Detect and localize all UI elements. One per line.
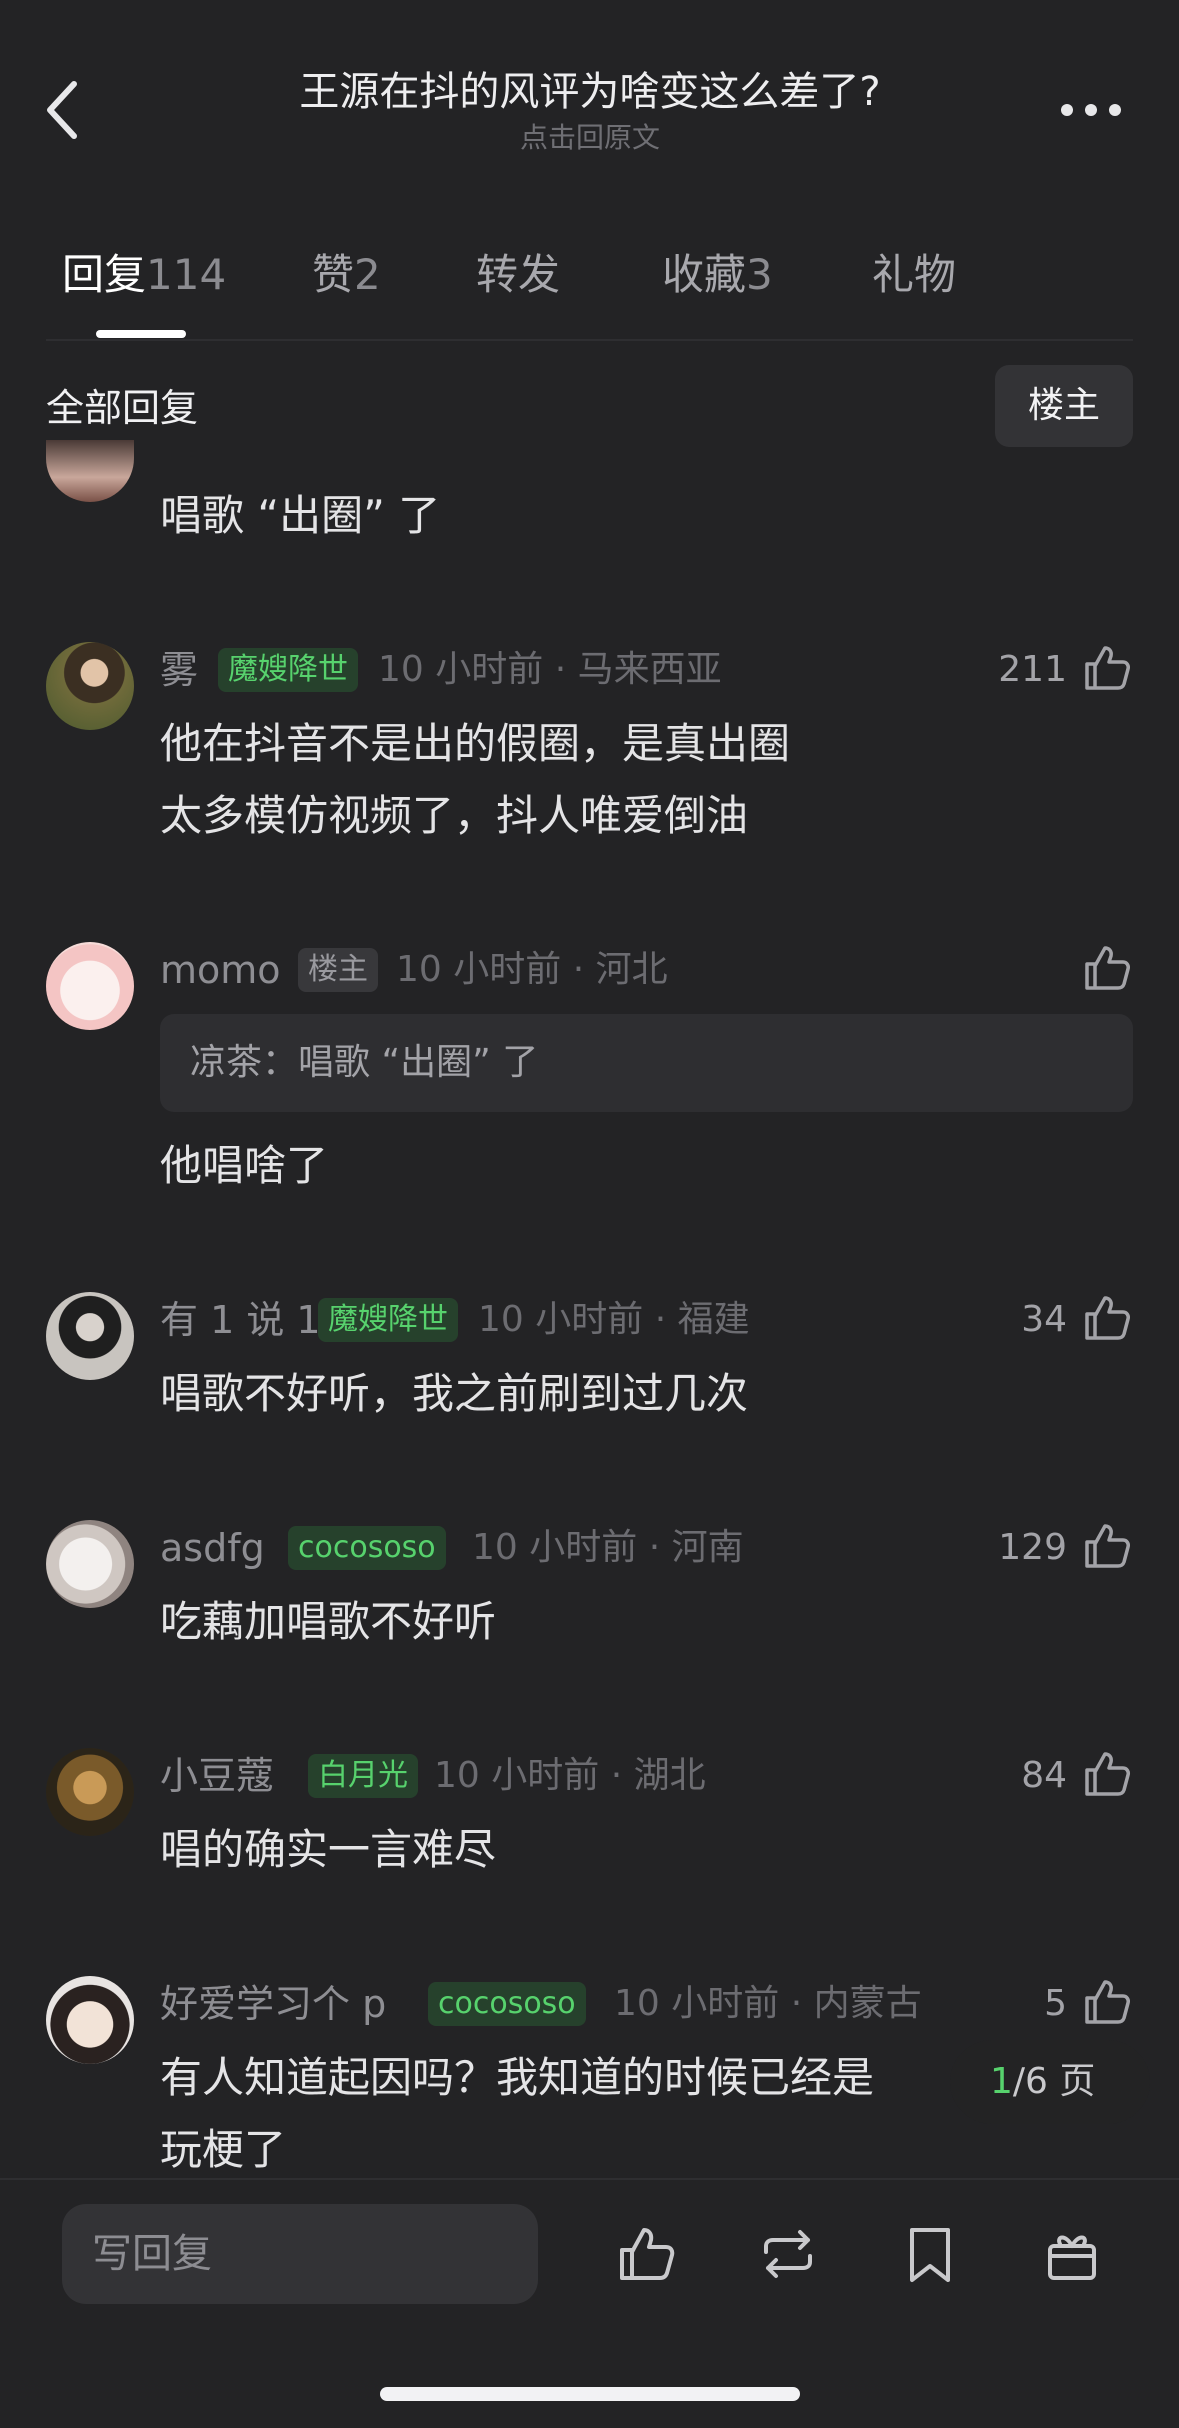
comment-text: 吃藕加唱歌不好听 — [160, 1597, 497, 1646]
tab-favorites[interactable]: 收藏3 — [662, 246, 773, 304]
page-title: 王源在抖的风评为啥变这么差了? — [299, 69, 881, 115]
avatar[interactable] — [46, 642, 134, 730]
comment-meta: 10 小时前 · 湖北 — [434, 1755, 706, 1796]
comment-text: 太多模仿视频了，抖人唯爱倒油 — [160, 791, 749, 840]
tab-bar: 回复114 赞2 转发 收藏3 礼物 — [0, 246, 1179, 316]
tab-label: 转发 — [476, 250, 561, 299]
reply-input[interactable]: 写回复 — [62, 2204, 538, 2304]
like-count: 211 — [998, 649, 1067, 690]
quoted-comment[interactable]: 凉茶：唱歌 “出圈” 了 — [160, 1014, 1133, 1112]
total-pages: /6 页 — [1012, 2061, 1096, 2102]
comment-text: 有人知道起因吗？我知道的时候已经是 — [160, 2053, 875, 2102]
comment-text: 唱的确实一言难尽 — [160, 1825, 497, 1874]
comment-text: 唱歌不好听，我之前刷到过几次 — [160, 1369, 749, 1418]
like-count: 34 — [1021, 1299, 1067, 1340]
username[interactable]: 小豆蔻 — [160, 1751, 274, 1801]
tab-replies[interactable]: 回复114 — [62, 246, 226, 304]
repost-icon[interactable] — [756, 2222, 820, 2286]
active-tab-indicator — [96, 330, 186, 338]
comment-meta: 10 小时前 · 河北 — [396, 949, 668, 990]
tab-likes[interactable]: 赞2 — [312, 246, 381, 304]
home-indicator[interactable] — [380, 2387, 800, 2401]
comment-text: 玩梗了 — [160, 2125, 287, 2174]
thumbs-up-icon[interactable] — [1081, 942, 1133, 994]
fan-badge: 白月光 — [308, 1754, 418, 1798]
avatar[interactable] — [46, 942, 134, 1030]
fan-badge: cocososo — [428, 1982, 586, 2026]
tab-gifts[interactable]: 礼物 — [872, 246, 956, 304]
tab-reposts[interactable]: 转发 — [476, 246, 560, 304]
fan-badge: cocososo — [288, 1526, 446, 1570]
username[interactable]: asdfg — [160, 1523, 265, 1573]
tab-count: 2 — [354, 250, 381, 299]
current-page: 1 — [990, 2061, 1013, 2102]
thumbs-up-icon[interactable] — [1081, 1748, 1133, 1800]
owner-only-button[interactable]: 楼主 — [995, 365, 1133, 447]
header: 王源在抖的风评为啥变这么差了? 点击回原文 — [200, 66, 980, 156]
tab-count: 114 — [146, 250, 227, 299]
fan-badge: 魔嫂降世 — [318, 1298, 458, 1342]
username[interactable]: momo — [160, 945, 281, 995]
thumbs-up-icon[interactable] — [1081, 1520, 1133, 1572]
like-count: 84 — [1021, 1755, 1067, 1796]
thumbs-up-icon[interactable] — [1081, 1976, 1133, 2028]
tab-label: 回复 — [62, 250, 147, 299]
comment-text: 唱歌 “出圈” 了 — [160, 491, 441, 540]
avatar[interactable] — [46, 1976, 134, 2064]
page-indicator[interactable]: 1/6 页 — [950, 2040, 1150, 2124]
tab-label: 赞 — [312, 250, 355, 299]
comment-meta: 10 小时前 · 河南 — [472, 1527, 744, 1568]
username[interactable]: 雾 — [160, 645, 198, 695]
all-replies-label: 全部回复 — [46, 386, 199, 430]
tab-label: 收藏 — [662, 250, 747, 299]
gift-icon[interactable] — [1040, 2222, 1104, 2286]
comment-meta: 10 小时前 · 内蒙古 — [614, 1983, 922, 2024]
avatar[interactable] — [46, 1748, 134, 1836]
avatar[interactable] — [46, 1520, 134, 1608]
comment-meta: 10 小时前 · 福建 — [478, 1299, 750, 1340]
comment-meta: 10 小时前 · 马来西亚 — [378, 649, 722, 690]
like-count: 129 — [998, 1527, 1067, 1568]
avatar[interactable] — [46, 440, 134, 502]
divider — [46, 339, 1133, 341]
avatar[interactable] — [46, 1292, 134, 1380]
thumbs-up-icon[interactable] — [1081, 642, 1133, 694]
username[interactable]: 有 1 说 1 — [160, 1295, 321, 1345]
more-options-icon[interactable] — [1059, 100, 1123, 120]
back-to-original-link[interactable]: 点击回原文 — [200, 120, 980, 156]
back-icon[interactable] — [40, 78, 88, 142]
fan-badge: 魔嫂降世 — [218, 648, 358, 692]
bookmark-icon[interactable] — [898, 2222, 962, 2286]
username[interactable]: 好爱学习个 p — [160, 1979, 386, 2029]
comment-text: 他唱啥了 — [160, 1141, 329, 1190]
tab-label: 礼物 — [872, 250, 957, 299]
like-count: 5 — [1044, 1983, 1067, 2024]
thumbs-up-icon[interactable] — [1081, 1292, 1133, 1344]
like-icon[interactable] — [614, 2222, 678, 2286]
owner-badge: 楼主 — [298, 948, 378, 992]
comment-text: 他在抖音不是出的假圈，是真出圈 — [160, 719, 791, 768]
tab-count: 3 — [746, 250, 773, 299]
